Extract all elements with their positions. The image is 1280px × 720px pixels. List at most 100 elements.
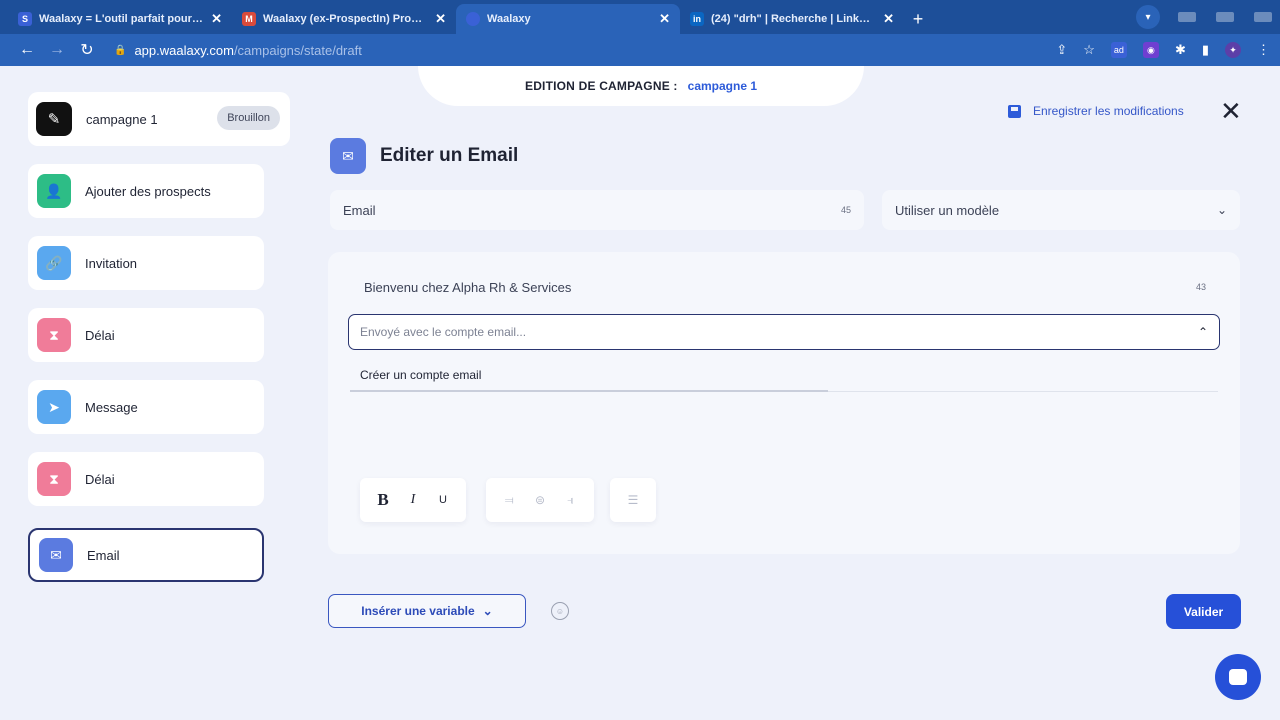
mail-icon: ✉ xyxy=(330,138,366,174)
align-left-icon[interactable]: ⫤ xyxy=(495,493,523,508)
save-disk-icon xyxy=(1008,104,1021,118)
window-controls: ▾ xyxy=(1136,0,1272,34)
chevron-up-icon: ⌃ xyxy=(1197,325,1208,339)
insert-variable-label: Insérer une variable xyxy=(361,604,475,618)
text-format-toolbar: B I U xyxy=(360,478,466,522)
email-name-value: Email xyxy=(343,202,376,218)
step-label: Invitation xyxy=(85,255,138,271)
close-tab-icon[interactable]: ✕ xyxy=(435,11,446,27)
user-icon: 👤 xyxy=(37,174,71,208)
tab-title: Waalaxy xyxy=(487,13,531,25)
waalaxy-favicon-icon xyxy=(466,12,480,26)
validate-label: Valider xyxy=(1183,604,1224,619)
step-label: Ajouter des prospects xyxy=(85,183,211,199)
star-icon[interactable]: ☆ xyxy=(1083,42,1095,58)
puzzle-icon[interactable]: ✱ xyxy=(1175,42,1186,58)
list-icon[interactable]: ☰ xyxy=(619,493,647,507)
insert-variable-button[interactable]: Insérer une variable ⌄ xyxy=(328,594,526,628)
alignment-toolbar: ⫤ ⊜ ⫣ xyxy=(486,478,594,522)
page-title: Editer un Email xyxy=(380,145,519,166)
close-tab-icon[interactable]: ✕ xyxy=(883,11,894,27)
step-add-prospects[interactable]: 👤 Ajouter des prospects xyxy=(28,164,264,218)
extension-icon[interactable]: ad xyxy=(1110,42,1127,58)
tab-title: Waalaxy = L'outil parfait pour prospecte… xyxy=(39,13,204,25)
reload-icon[interactable]: ↻ xyxy=(72,40,102,60)
browser-address-bar: ← → ↻ 🔒 app.waalaxy.com/campaigns/state/… xyxy=(0,34,1280,66)
campaign-editor: EDITION DE CAMPAGNE : campagne 1 Enregis… xyxy=(0,66,1280,720)
gmail-favicon-icon: M xyxy=(242,12,256,26)
option-label: Créer un compte email xyxy=(360,367,482,382)
url-host: app.waalaxy.com xyxy=(134,42,234,58)
email-name-field[interactable]: Email 45 xyxy=(330,190,864,230)
back-icon[interactable]: ← xyxy=(12,41,42,59)
chevron-down-icon: ⌄ xyxy=(482,604,493,618)
step-email[interactable]: ✉ Email xyxy=(28,528,264,582)
campaign-card[interactable]: ✎ campagne 1 Brouillon xyxy=(28,92,290,146)
bold-button[interactable]: B xyxy=(369,490,397,510)
sidepanel-icon[interactable]: ▮ xyxy=(1202,42,1209,58)
browser-tab[interactable]: S Waalaxy = L'outil parfait pour prospec… xyxy=(8,4,232,34)
header-label: EDITION DE CAMPAGNE : xyxy=(524,79,678,93)
template-select[interactable]: Utiliser un modèle ⌄ xyxy=(882,190,1240,230)
campaign-name: campagne 1 xyxy=(86,111,158,127)
emoji-icon[interactable]: ☺ xyxy=(551,602,569,620)
send-icon: ➤ xyxy=(37,390,71,424)
url-path: /campaigns/state/draft xyxy=(233,42,362,58)
email-composer: Bienvenu chez Alpha Rh & Services 43 Env… xyxy=(328,252,1240,554)
close-tab-icon[interactable]: ✕ xyxy=(211,11,222,27)
browser-tab[interactable]: in (24) "drh" | Recherche | LinkedIn ✕ xyxy=(680,4,904,34)
close-icon[interactable]: ✕ xyxy=(1220,98,1242,124)
close-tab-icon[interactable]: ✕ xyxy=(659,11,670,27)
linkedin-favicon-icon: in xyxy=(690,12,704,26)
sender-dropdown-placeholder: Envoyé avec le compte email... xyxy=(360,325,527,339)
forward-icon[interactable]: → xyxy=(42,41,72,59)
italic-button[interactable]: I xyxy=(399,492,427,508)
url-field[interactable]: 🔒 app.waalaxy.com/campaigns/state/draft xyxy=(114,38,1114,62)
char-counter: 45 xyxy=(840,205,851,215)
email-subject-field[interactable]: Bienvenu chez Alpha Rh & Services xyxy=(364,280,571,295)
create-email-account-option[interactable]: Créer un compte email xyxy=(350,358,1218,392)
status-badge: Brouillon xyxy=(217,106,280,130)
step-message[interactable]: ➤ Message xyxy=(28,380,264,434)
step-delay[interactable]: ⧗ Délai xyxy=(28,452,264,506)
step-label: Délai xyxy=(85,471,115,487)
sender-account-dropdown[interactable]: Envoyé avec le compte email... ⌃ xyxy=(348,314,1220,350)
align-right-icon[interactable]: ⫣ xyxy=(557,493,585,508)
tab-search-icon[interactable]: ▾ xyxy=(1136,5,1160,29)
browser-tab-active[interactable]: Waalaxy ✕ xyxy=(456,4,680,34)
share-icon[interactable]: ⇪ xyxy=(1056,42,1067,58)
hourglass-icon: ⧗ xyxy=(37,462,71,496)
mail-icon: ✉ xyxy=(39,538,73,572)
editor-title: ✉ Editer un Email xyxy=(330,138,518,174)
validate-button[interactable]: Valider xyxy=(1166,594,1241,629)
link-icon: 🔗 xyxy=(37,246,71,280)
step-label: Message xyxy=(85,399,138,415)
browser-tab[interactable]: M Waalaxy (ex-ProspectIn) Prospection ✕ xyxy=(232,4,456,34)
save-changes-button[interactable]: Enregistrer les modifications xyxy=(1008,104,1184,118)
menu-dots-icon[interactable]: ⋮ xyxy=(1257,42,1270,58)
chat-icon xyxy=(1229,669,1247,685)
waalaxy-favicon-icon: S xyxy=(18,12,32,26)
browser-tab-strip: S Waalaxy = L'outil parfait pour prospec… xyxy=(0,0,1280,34)
profile-avatar[interactable]: ✦ xyxy=(1225,42,1241,58)
minimize-icon[interactable] xyxy=(1178,12,1196,22)
maximize-icon[interactable] xyxy=(1216,12,1234,22)
chevron-down-icon: ⌄ xyxy=(1216,203,1227,217)
header-campaign-name: campagne 1 xyxy=(687,79,758,93)
support-chat-button[interactable] xyxy=(1215,654,1261,700)
hourglass-icon: ⧗ xyxy=(37,318,71,352)
tab-title: (24) "drh" | Recherche | LinkedIn xyxy=(711,13,877,25)
step-invitation[interactable]: 🔗 Invitation xyxy=(28,236,264,290)
campaign-steps-sidebar: ✎ campagne 1 Brouillon 👤 Ajouter des pro… xyxy=(28,92,290,582)
campaign-logo-icon: ✎ xyxy=(36,102,72,136)
underline-button[interactable]: U xyxy=(429,494,457,506)
extension-icon[interactable]: ◉ xyxy=(1142,42,1159,58)
list-toolbar: ☰ xyxy=(610,478,656,522)
new-tab-button[interactable]: + xyxy=(904,4,932,34)
save-changes-label: Enregistrer les modifications xyxy=(1033,104,1184,118)
step-delay[interactable]: ⧗ Délai xyxy=(28,308,264,362)
align-center-icon[interactable]: ⊜ xyxy=(526,493,554,507)
lock-icon: 🔒 xyxy=(114,44,127,56)
close-window-icon[interactable] xyxy=(1254,12,1272,22)
step-label: Délai xyxy=(85,327,115,343)
